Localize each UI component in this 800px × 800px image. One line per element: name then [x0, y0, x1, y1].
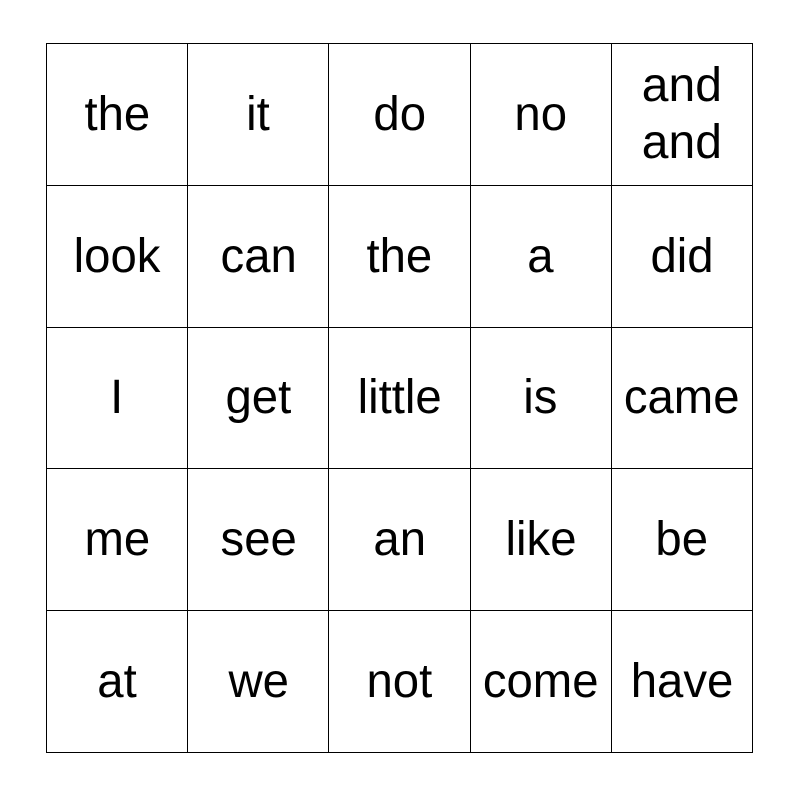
bingo-cell[interactable]: do — [328, 43, 471, 186]
bingo-cell-word: be — [655, 513, 709, 567]
bingo-cell[interactable]: me — [45, 468, 189, 612]
bingo-cell-word: a — [527, 229, 554, 283]
bingo-cell-word: came — [623, 371, 740, 425]
bingo-cell-word: come — [482, 655, 599, 709]
bingo-cell[interactable]: have — [610, 610, 753, 753]
bingo-cell[interactable]: we — [187, 610, 330, 753]
bingo-cell-word: is — [523, 371, 558, 425]
bingo-cell-word: we — [228, 655, 289, 709]
bingo-card-page: the it do no and and look can the a did … — [0, 0, 800, 800]
bingo-cell-word: get — [225, 371, 292, 425]
bingo-cell-word: I — [110, 371, 124, 425]
bingo-row: at we not come have — [45, 610, 753, 753]
bingo-cell-word: see — [220, 513, 297, 567]
bingo-cell[interactable]: look — [45, 184, 189, 328]
bingo-cell[interactable]: the — [45, 43, 189, 186]
bingo-cell-word: me — [84, 513, 150, 567]
bingo-grid-body: the it do no and and look can the a did … — [45, 43, 753, 753]
bingo-cell[interactable]: an — [328, 468, 471, 612]
bingo-cell[interactable]: a — [469, 184, 612, 328]
bingo-cell[interactable]: little — [328, 326, 471, 470]
bingo-cell-word: not — [366, 655, 433, 709]
bingo-cell[interactable]: be — [610, 468, 753, 612]
bingo-cell-word: do — [373, 87, 426, 141]
bingo-cell-word: look — [73, 229, 161, 283]
bingo-cell-word: can — [220, 229, 297, 283]
bingo-cell-word: no — [514, 87, 567, 141]
bingo-cell[interactable]: is — [469, 326, 612, 470]
bingo-grid: the it do no and and look can the a did … — [45, 43, 753, 753]
bingo-cell-word: the — [84, 87, 150, 141]
bingo-row: me see an like be — [45, 468, 753, 612]
bingo-cell[interactable]: came — [610, 326, 753, 470]
bingo-cell[interactable]: can — [187, 184, 330, 328]
bingo-cell[interactable]: get — [187, 326, 330, 470]
bingo-cell[interactable]: I — [45, 326, 189, 470]
bingo-cell-word: like — [505, 513, 577, 567]
bingo-cell[interactable]: it — [187, 43, 330, 186]
bingo-cell[interactable]: like — [469, 468, 612, 612]
bingo-cell[interactable]: come — [469, 610, 612, 753]
bingo-cell-word: the — [366, 229, 433, 283]
bingo-cell-word: it — [246, 87, 271, 141]
bingo-cell[interactable]: see — [187, 468, 330, 612]
bingo-cell[interactable]: no — [469, 43, 612, 186]
bingo-row: look can the a did — [45, 184, 753, 328]
bingo-cell[interactable]: not — [328, 610, 471, 753]
bingo-row: I get little is came — [45, 326, 753, 470]
bingo-cell-word: did — [650, 229, 714, 283]
bingo-cell[interactable]: did — [610, 184, 753, 328]
bingo-row: the it do no and and — [45, 43, 753, 186]
bingo-cell-word: and and — [641, 59, 722, 170]
bingo-cell-word: an — [373, 513, 426, 567]
bingo-cell[interactable]: at — [45, 610, 189, 753]
bingo-cell[interactable]: and and — [610, 43, 753, 186]
bingo-cell-word: at — [97, 655, 137, 709]
bingo-cell-word: little — [357, 371, 442, 425]
bingo-cell-word: have — [630, 655, 734, 709]
bingo-cell[interactable]: the — [328, 184, 471, 328]
